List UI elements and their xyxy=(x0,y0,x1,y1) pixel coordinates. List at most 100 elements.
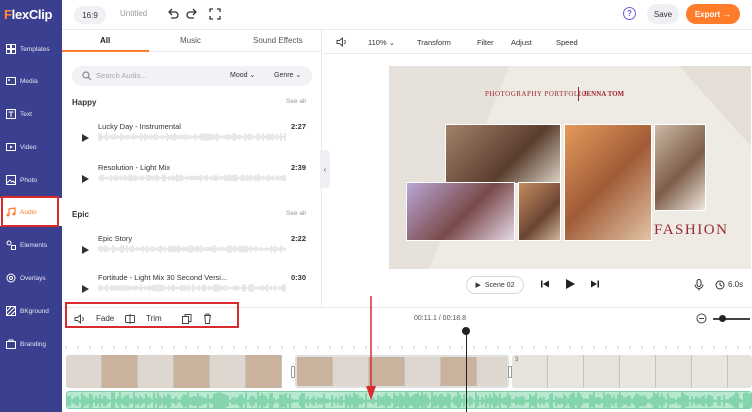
templates-icon xyxy=(5,44,16,55)
photo-hands-face[interactable] xyxy=(406,182,515,241)
undo-icon[interactable] xyxy=(166,7,180,21)
search-input[interactable]: Search Audio... xyxy=(96,71,147,80)
sidebar-item-branding[interactable]: Branding xyxy=(0,329,62,359)
waveform xyxy=(98,284,286,292)
sidebar-item-bkground[interactable]: BKground xyxy=(0,296,62,326)
video-icon xyxy=(5,142,16,153)
filter-button[interactable]: Filter xyxy=(477,38,494,47)
export-button[interactable]: Export → xyxy=(686,4,740,24)
clip-thumbnail xyxy=(102,355,138,388)
clock-icon xyxy=(715,280,725,290)
sidebar-item-templates[interactable]: Templates xyxy=(0,34,62,64)
see-all-epic-link[interactable]: See all xyxy=(286,210,306,217)
sidebar-item-overlays[interactable]: Overlays xyxy=(0,263,62,293)
play-icon[interactable] xyxy=(82,134,89,142)
annotation-arrow xyxy=(366,296,376,400)
save-button[interactable]: Save xyxy=(647,4,679,24)
group-title-epic: Epic xyxy=(72,210,89,219)
speed-button[interactable]: Speed xyxy=(556,38,578,47)
play-icon[interactable] xyxy=(82,246,89,254)
redo-icon[interactable] xyxy=(185,7,199,21)
project-title[interactable]: Untitled xyxy=(120,9,147,18)
audio-search-bar: Search Audio... Mood ⌄ Genre ⌄ xyxy=(72,66,312,86)
genre-dropdown[interactable]: Genre ⌄ xyxy=(274,71,301,79)
flexclip-logo[interactable]: FlexClip xyxy=(4,7,52,22)
clip-thumbnail xyxy=(66,355,102,388)
zoom-level: 110% xyxy=(368,38,387,47)
playhead-handle[interactable] xyxy=(462,327,470,335)
adjust-button[interactable]: Adjust xyxy=(511,38,532,47)
audio-track-item[interactable]: Lucky Day - Instrumental 2:27 xyxy=(72,120,312,156)
photo-portrait-small[interactable] xyxy=(518,182,561,241)
audio-track-timeline[interactable] xyxy=(66,391,752,409)
tab-music[interactable]: Music xyxy=(180,36,201,45)
genre-dropdown-label: Genre xyxy=(274,72,294,79)
play-icon[interactable] xyxy=(82,175,89,183)
sidebar-item-label: Elements xyxy=(20,241,48,249)
photo-flowers-hair[interactable] xyxy=(445,124,561,184)
previous-icon[interactable] xyxy=(540,279,550,289)
sidebar-item-label: Video xyxy=(20,143,37,151)
timeline-clip-3[interactable]: 3 xyxy=(512,355,752,388)
waveform xyxy=(98,174,286,182)
next-icon[interactable] xyxy=(590,279,600,289)
clip-thumbnail xyxy=(548,355,584,388)
chevron-left-icon: ‹ xyxy=(323,164,327,174)
timeline-clip-1[interactable] xyxy=(66,355,292,388)
text-icon xyxy=(5,109,16,120)
help-icon[interactable]: ? xyxy=(623,7,636,20)
mood-dropdown[interactable]: Mood ⌄ xyxy=(230,71,255,79)
clip-thumbnail xyxy=(138,355,174,388)
audio-track-item[interactable]: Resolution - Light Mix 2:39 xyxy=(72,161,312,197)
clip-thumbnail xyxy=(246,355,282,388)
zoom-dropdown[interactable]: 110% ⌄ xyxy=(368,38,395,47)
aspect-ratio-button[interactable]: 16:9 xyxy=(74,6,106,24)
track-name: Resolution - Light Mix xyxy=(98,163,171,172)
audio-track-item[interactable]: Epic Story 2:22 xyxy=(72,232,312,268)
play-icon[interactable] xyxy=(564,278,576,290)
timeline-clip-selected[interactable] xyxy=(295,355,509,388)
scene-label: Scene 02 xyxy=(484,281,515,289)
collapse-panel-button[interactable]: ‹ xyxy=(320,150,330,188)
preview-canvas[interactable]: PHOTOGRAPHY PORTFOLIO JENNA TOM FASHION xyxy=(389,66,751,269)
clip-index: 3 xyxy=(515,357,519,363)
microphone-icon[interactable] xyxy=(694,279,704,291)
chevron-down-icon: ⌄ xyxy=(386,38,396,47)
sidebar-item-label: Branding xyxy=(20,340,47,348)
chevron-down-icon: ⌄ xyxy=(293,72,302,79)
zoom-out-icon[interactable] xyxy=(696,313,707,324)
clip-thumbnail xyxy=(620,355,656,388)
clip-thumbnail xyxy=(441,357,477,386)
audio-panel: All Music Sound Effects Search Audio... … xyxy=(62,30,322,307)
volume-icon[interactable] xyxy=(336,37,348,47)
title-divider xyxy=(578,87,579,101)
transform-button[interactable]: Transform xyxy=(417,38,451,47)
track-duration: 2:22 xyxy=(291,234,307,243)
see-all-happy-link[interactable]: See all xyxy=(286,98,306,105)
photo-flower-face[interactable] xyxy=(654,124,706,211)
fullscreen-icon[interactable] xyxy=(208,7,222,21)
play-icon[interactable] xyxy=(82,285,89,293)
tab-sound-effects[interactable]: Sound Effects xyxy=(253,36,303,45)
sidebar-item-elements[interactable]: Elements xyxy=(0,230,62,260)
photo-icon xyxy=(5,175,16,186)
playhead-line xyxy=(466,330,467,412)
sidebar-item-media[interactable]: Media xyxy=(0,66,62,96)
sidebar-item-video[interactable]: Video xyxy=(0,132,62,162)
scene-play-button[interactable]: ▶ Scene 02 xyxy=(466,276,524,294)
group-title-happy: Happy xyxy=(72,98,97,107)
timecode: 00:11.1 / 00:18.8 xyxy=(414,315,467,322)
sidebar-item-label: BKground xyxy=(20,307,49,315)
chevron-down-icon: ⌄ xyxy=(247,72,256,79)
photo-portrait-large[interactable] xyxy=(564,124,652,241)
tab-all[interactable]: All xyxy=(100,36,110,45)
media-icon xyxy=(5,76,16,87)
track-name: Fortitude - Light Mix 30 Second Versi... xyxy=(98,273,228,282)
sidebar-item-text[interactable]: Text xyxy=(0,99,62,129)
sidebar-item-photo[interactable]: Photo xyxy=(0,165,62,195)
waveform xyxy=(98,245,286,253)
clip-trim-handle-left[interactable] xyxy=(291,366,295,378)
audio-highlight-box xyxy=(1,196,59,227)
zoom-slider-thumb[interactable] xyxy=(719,315,726,322)
arrow-right-icon: → xyxy=(723,9,732,19)
